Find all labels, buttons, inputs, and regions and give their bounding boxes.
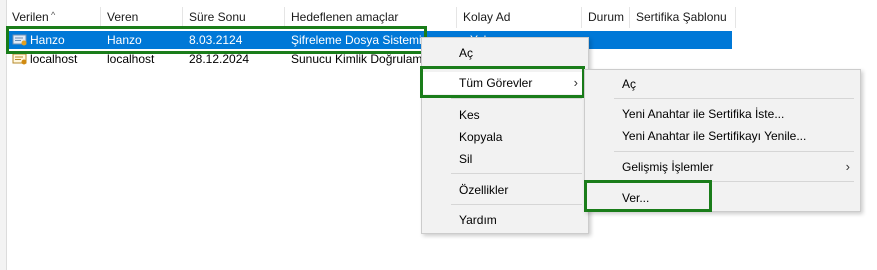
submenu-item-export[interactable]: Ver... — [585, 187, 860, 209]
column-friendly-name[interactable]: Kolay Ad — [457, 7, 582, 28]
left-scroll-edge — [0, 0, 7, 270]
menu-separator — [451, 67, 582, 68]
table-row[interactable]: Hanzo Hanzo 8.03.2124 Şifreleme Dosya Si… — [7, 31, 732, 49]
menu-separator — [614, 98, 854, 99]
menu-item-copy[interactable]: Kopyala — [422, 126, 588, 148]
context-menu: Aç Tüm Görevler › Kes Kopyala Sil Özelli… — [421, 37, 589, 234]
column-status[interactable]: Durum — [582, 7, 630, 28]
chevron-right-icon: › — [573, 75, 578, 90]
cell-expiration: 8.03.2124 — [189, 33, 243, 47]
column-issued-to[interactable]: Verilen ^ — [6, 7, 101, 28]
menu-separator — [451, 173, 582, 174]
submenu-item-advanced[interactable]: Gelişmiş İşlemler › — [585, 156, 860, 178]
menu-item-delete[interactable]: Sil — [422, 148, 588, 170]
menu-item-open[interactable]: Aç — [422, 42, 588, 64]
menu-separator — [451, 204, 582, 205]
cell-expiration: 28.12.2024 — [189, 52, 250, 66]
submenu-item-renew-new-key[interactable]: Yeni Anahtar ile Sertifikayı Yenile... — [585, 125, 860, 147]
sort-arrow-icon: ^ — [51, 10, 56, 20]
menu-separator — [614, 181, 854, 182]
menu-separator — [614, 151, 854, 152]
all-tasks-submenu: Aç Yeni Anahtar ile Sertifika İste... Ye… — [584, 69, 861, 212]
column-issued-by[interactable]: Veren — [101, 7, 183, 28]
menu-item-help[interactable]: Yardım — [422, 209, 588, 231]
submenu-item-request-new-key[interactable]: Yeni Anahtar ile Sertifika İste... — [585, 103, 860, 125]
chevron-right-icon: › — [845, 159, 850, 174]
submenu-item-open[interactable]: Aç — [585, 73, 860, 95]
cell-issued-by: Hanzo — [107, 33, 142, 47]
column-expiration[interactable]: Süre Sonu — [183, 7, 285, 28]
cell-purposes: Sunucu Kimlik Doğrulam — [291, 52, 423, 66]
cell-issued-to: localhost — [7, 50, 101, 68]
menu-item-properties[interactable]: Özellikler — [422, 179, 588, 201]
column-certificate-template[interactable]: Sertifika Şablonu — [630, 7, 736, 28]
certificate-icon — [12, 53, 27, 65]
certificate-icon — [12, 34, 27, 46]
column-header: Verilen ^ Veren Süre Sonu Hedeflenen ama… — [6, 7, 736, 28]
menu-item-all-tasks[interactable]: Tüm Görevler › — [422, 72, 588, 94]
menu-item-cut[interactable]: Kes — [422, 104, 588, 126]
column-intended-purposes[interactable]: Hedeflenen amaçlar — [285, 7, 457, 28]
table-row[interactable]: localhost localhost 28.12.2024 Sunucu Ki… — [7, 50, 425, 68]
menu-separator — [451, 98, 582, 99]
cell-issued-by: localhost — [107, 52, 155, 66]
cell-issued-to: Hanzo — [7, 31, 101, 49]
